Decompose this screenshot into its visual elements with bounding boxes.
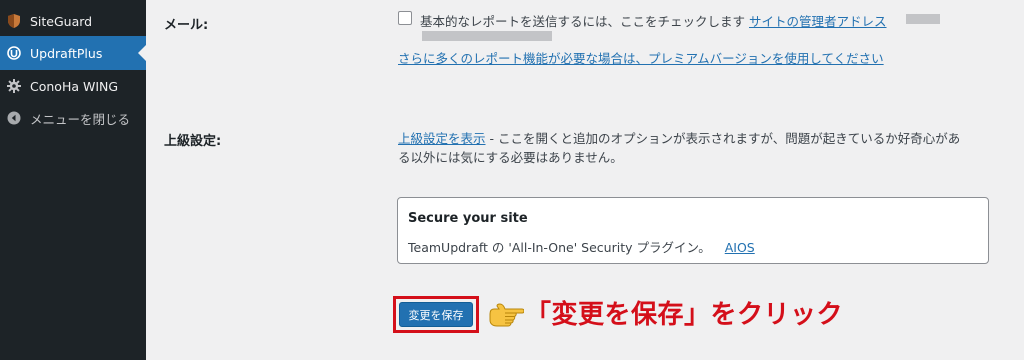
save-changes-button[interactable]: 変更を保存: [399, 302, 473, 327]
premium-version-link[interactable]: さらに多くのレポート機能が必要な場合は、プレミアムバージョンを使用してください: [398, 48, 884, 67]
sidebar-item-label: SiteGuard: [30, 13, 93, 29]
sidebar-item-siteguard[interactable]: SiteGuard: [0, 4, 146, 38]
basic-report-checkbox[interactable]: [398, 11, 412, 25]
redacted-email: [906, 14, 940, 24]
notice-description: TeamUpdraft の 'All-In-One' Security プラグイ…: [408, 240, 711, 255]
notice-title: Secure your site: [408, 211, 528, 226]
show-advanced-settings-link[interactable]: 上級設定を表示: [398, 131, 486, 146]
pointing-hand-icon: [488, 298, 525, 328]
siteguard-shield-icon: [7, 14, 21, 28]
sidebar-item-label: UpdraftPlus: [30, 45, 103, 61]
sidebar-item-label: メニューを閉じる: [30, 111, 131, 127]
email-label: メール:: [164, 18, 209, 33]
annotation-callout: 「変更を保存」をクリック: [525, 300, 844, 330]
advanced-settings-text: 上級設定を表示 - ここを開くと追加のオプションが表示されますが、問題が起きてい…: [398, 128, 960, 147]
sidebar-item-updraftplus[interactable]: UpdraftPlus: [0, 36, 146, 70]
updraftplus-icon: [7, 46, 21, 60]
advanced-settings-label: 上級設定:: [164, 134, 222, 149]
gear-icon: [7, 79, 21, 93]
advanced-description: - ここを開くと追加のオプションが表示されますが、問題が起きているか好奇心があ: [485, 131, 961, 146]
checkbox-description: 基本的なレポートを送信するには、ここをチェックします: [420, 14, 746, 29]
notice-text: TeamUpdraft の 'All-In-One' Security プラグイ…: [408, 237, 755, 256]
aios-link[interactable]: AIOS: [725, 240, 755, 255]
advanced-description-line2: る以外には気にする必要はありません。: [398, 150, 623, 165]
admin-sidebar: SiteGuard UpdraftPlus ConoHa WING メニューを閉…: [0, 0, 146, 360]
redacted-email: [422, 31, 552, 41]
sidebar-collapse-menu[interactable]: メニューを閉じる: [0, 101, 146, 135]
admin-email-link[interactable]: サイトの管理者アドレス: [749, 14, 887, 29]
email-checkbox-text: 基本的なレポートを送信するには、ここをチェックします サイトの管理者アドレス: [420, 11, 887, 30]
collapse-menu-icon: [7, 111, 21, 125]
secure-site-notice: Secure your site TeamUpdraft の 'All-In-O…: [397, 197, 989, 264]
sidebar-item-label: ConoHa WING: [30, 78, 119, 94]
sidebar-item-conoha-wing[interactable]: ConoHa WING: [0, 69, 146, 103]
